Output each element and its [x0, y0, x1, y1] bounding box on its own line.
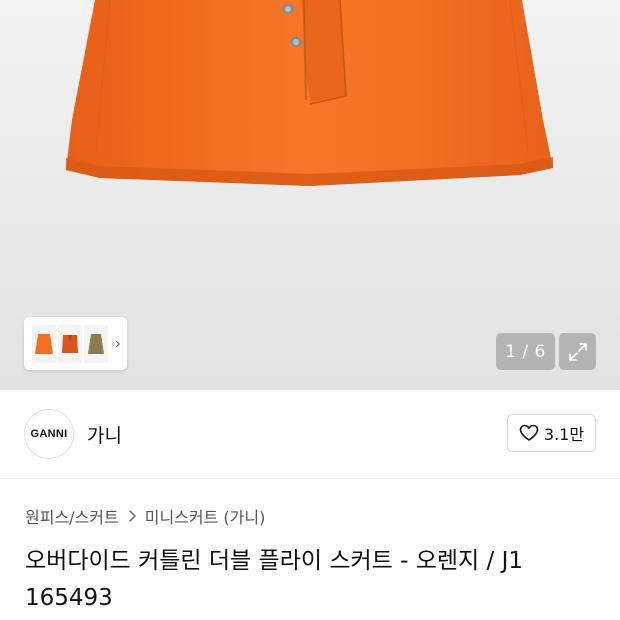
expand-button[interactable]	[559, 333, 596, 370]
image-counter: 1 / 6	[496, 333, 555, 370]
heart-icon	[519, 424, 539, 441]
brand-row: GANNI 가니 3.1만	[0, 390, 620, 480]
thumbnail[interactable]	[32, 324, 56, 363]
like-button[interactable]: 3.1만	[507, 414, 596, 452]
thumbnail[interactable]	[58, 324, 82, 363]
expand-icon	[568, 342, 587, 361]
breadcrumb-subcategory[interactable]: 미니스커트 (가니)	[145, 504, 266, 528]
product-image-gallery[interactable]: 1 / 6	[0, 0, 620, 390]
brand-name[interactable]: 가니	[87, 421, 122, 448]
chevron-right-icon[interactable]	[115, 337, 121, 351]
like-count: 3.1만	[543, 425, 585, 444]
breadcrumb-category[interactable]: 원피스/스커트	[25, 504, 119, 528]
brand-logo[interactable]: GANNI	[24, 409, 74, 459]
breadcrumb: 원피스/스커트 미니스커트 (가니)	[25, 504, 265, 528]
chevron-right-icon	[127, 509, 137, 523]
product-title: 오버다이드 커틀린 더블 플라이 스커트 - 오렌지 / J1 165493	[25, 543, 605, 617]
product-title-line: 165493	[25, 585, 113, 611]
divider	[0, 478, 620, 479]
thumbnail[interactable]	[84, 324, 108, 363]
product-title-line: 오버다이드 커틀린 더블 플라이 스커트 - 오렌지 / J1	[25, 548, 523, 574]
thumbnail-strip[interactable]	[24, 317, 127, 370]
